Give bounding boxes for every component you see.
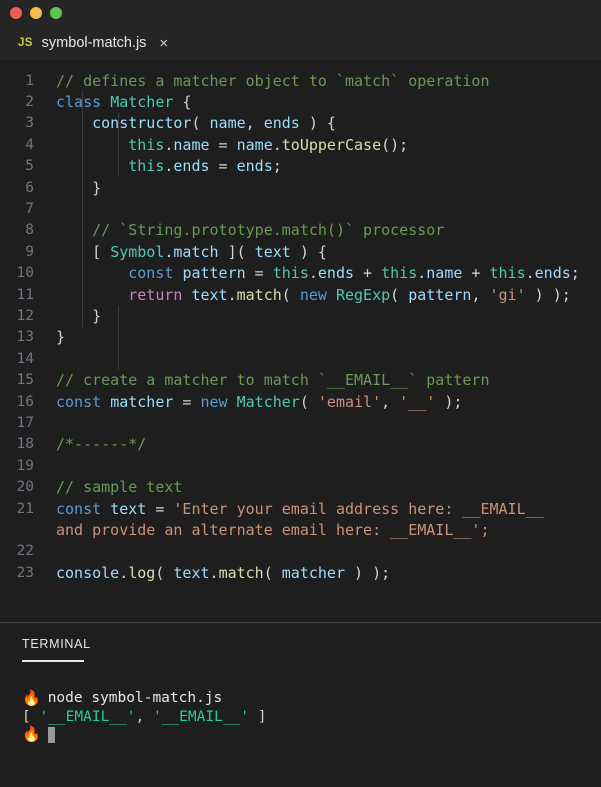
line-content: const text = 'Enter your email address h… bbox=[56, 499, 544, 518]
line-number: 22 bbox=[16, 543, 34, 560]
code-line: 6 } bbox=[0, 177, 601, 198]
code-line: 21 const text = 'Enter your email address… bbox=[0, 498, 601, 519]
line-number: 16 bbox=[16, 393, 34, 410]
code-line: 16 const matcher = new Matcher( 'email', … bbox=[0, 391, 601, 412]
line-number: 4 bbox=[25, 136, 34, 153]
line-content: this.ends = ends; bbox=[128, 157, 282, 176]
line-content: [ Symbol.match ]( text ) { bbox=[56, 242, 327, 261]
line-number: 15 bbox=[16, 372, 34, 389]
code-line: 4 this.name = name.toUpperCase(); bbox=[0, 134, 601, 155]
line-content: constructor( name, ends ) { bbox=[92, 114, 336, 133]
line-number: 7 bbox=[25, 201, 34, 218]
line-content: return text.match( new RegExp( pattern, … bbox=[128, 285, 571, 304]
code-line: 18 /*------*/ bbox=[0, 434, 601, 455]
code-line: 14 bbox=[0, 348, 601, 369]
line-number: 14 bbox=[16, 350, 34, 367]
line-number: 11 bbox=[16, 286, 34, 303]
line-number: 20 bbox=[16, 479, 34, 496]
code-line: 22 bbox=[0, 541, 601, 562]
line-content: const matcher = new Matcher( 'email', '_… bbox=[56, 392, 463, 411]
minimize-window-button[interactable] bbox=[30, 7, 42, 19]
line-number: 23 bbox=[16, 564, 34, 581]
terminal-command: node symbol-match.js bbox=[47, 689, 223, 706]
code-line: 23 console.log( text.match( matcher ) ); bbox=[0, 562, 601, 583]
line-content: } bbox=[56, 178, 102, 197]
code-line: 12 } bbox=[0, 305, 601, 326]
result-open-bracket: [ bbox=[22, 708, 40, 725]
line-number: 1 bbox=[25, 72, 34, 89]
code-line: 15 // create a matcher to match `__EMAIL_… bbox=[0, 369, 601, 390]
terminal-output: 🔥 node symbol-match.js [ '__EMAIL__', '__… bbox=[22, 689, 601, 743]
line-content: and provide an alternate email here: __E… bbox=[56, 520, 490, 539]
line-number: 10 bbox=[16, 265, 34, 282]
line-number: 18 bbox=[16, 436, 34, 453]
result-value-1: '__EMAIL__' bbox=[39, 708, 136, 725]
line-content: console.log( text.match( matcher ) ); bbox=[56, 563, 391, 582]
close-icon[interactable]: × bbox=[159, 36, 168, 51]
line-number: 9 bbox=[25, 243, 34, 260]
code-line: 5 this.ends = ends; bbox=[0, 156, 601, 177]
line-number: 17 bbox=[16, 414, 34, 431]
code-line: 10 const pattern = this.ends + this.name… bbox=[0, 263, 601, 284]
code-line: 20 // sample text bbox=[0, 476, 601, 497]
code-line: 13} bbox=[0, 327, 601, 348]
result-close-bracket: ] bbox=[249, 708, 267, 725]
line-number: 5 bbox=[25, 158, 34, 175]
terminal-panel[interactable]: TERMINAL 🔥 node symbol-match.js [ '__EMAI… bbox=[0, 623, 601, 787]
line-content: class Matcher { bbox=[56, 93, 192, 112]
tab-bar: JS symbol-match.js × bbox=[0, 26, 601, 60]
result-value-2: '__EMAIL__' bbox=[152, 708, 249, 725]
line-number: 12 bbox=[16, 307, 34, 324]
code-line: 3 constructor( name, ends ) { bbox=[0, 113, 601, 134]
code-line: 8 // `String.prototype.match()` processo… bbox=[0, 220, 601, 241]
terminal-command-line: 🔥 node symbol-match.js bbox=[22, 689, 601, 708]
line-number: 8 bbox=[25, 222, 34, 239]
line-number: 6 bbox=[25, 179, 34, 196]
editor-window: JS symbol-match.js × 1 // defines a match… bbox=[0, 0, 601, 787]
fire-prompt-icon: 🔥 bbox=[22, 725, 41, 743]
code-line: 9 [ Symbol.match ]( text ) { bbox=[0, 241, 601, 262]
maximize-window-button[interactable] bbox=[50, 7, 62, 19]
code-line: 2 class Matcher { bbox=[0, 91, 601, 112]
terminal-cursor bbox=[47, 726, 55, 743]
line-number: 13 bbox=[16, 329, 34, 346]
code-line: 19 bbox=[0, 455, 601, 476]
javascript-file-icon: JS bbox=[18, 37, 33, 49]
close-window-button[interactable] bbox=[10, 7, 22, 19]
title-bar bbox=[0, 0, 601, 26]
line-number: 19 bbox=[16, 457, 34, 474]
line-content: // sample text bbox=[56, 478, 183, 497]
terminal-input-line[interactable]: 🔥 bbox=[22, 725, 601, 743]
line-content: const pattern = this.ends + this.name + … bbox=[128, 264, 580, 283]
line-content: this.name = name.toUpperCase(); bbox=[128, 135, 409, 154]
code-lines: 1 // defines a matcher object to `match` … bbox=[0, 70, 601, 583]
terminal-tab-underline bbox=[22, 660, 84, 662]
line-content: } bbox=[56, 306, 102, 325]
line-content: } bbox=[56, 328, 66, 347]
line-number: 3 bbox=[25, 115, 34, 132]
tab-label: symbol-match.js bbox=[41, 35, 147, 51]
tab-symbol-match-js[interactable]: JS symbol-match.js × bbox=[0, 26, 181, 60]
code-line: and provide an alternate email here: __E… bbox=[0, 519, 601, 540]
line-content: /*------*/ bbox=[56, 435, 147, 454]
line-content: // create a matcher to match `__EMAIL__`… bbox=[56, 371, 490, 390]
line-number: 21 bbox=[16, 500, 34, 517]
code-editor[interactable]: 1 // defines a matcher object to `match` … bbox=[0, 60, 601, 622]
window-controls bbox=[10, 7, 62, 19]
terminal-result-line: [ '__EMAIL__', '__EMAIL__' ] bbox=[22, 708, 601, 727]
code-line: 1 // defines a matcher object to `match` … bbox=[0, 70, 601, 91]
code-line: 17 bbox=[0, 412, 601, 433]
indent-guide bbox=[118, 306, 119, 370]
code-line: 11 return text.match( new RegExp( patter… bbox=[0, 284, 601, 305]
line-content: // defines a matcher object to `match` o… bbox=[56, 71, 490, 90]
fire-prompt-icon: 🔥 bbox=[22, 688, 41, 707]
line-number: 2 bbox=[25, 94, 34, 111]
code-line: 7 bbox=[0, 198, 601, 219]
line-content: // `String.prototype.match()` processor bbox=[56, 221, 445, 240]
terminal-tab-label[interactable]: TERMINAL bbox=[22, 637, 601, 651]
result-comma: , bbox=[135, 708, 153, 725]
